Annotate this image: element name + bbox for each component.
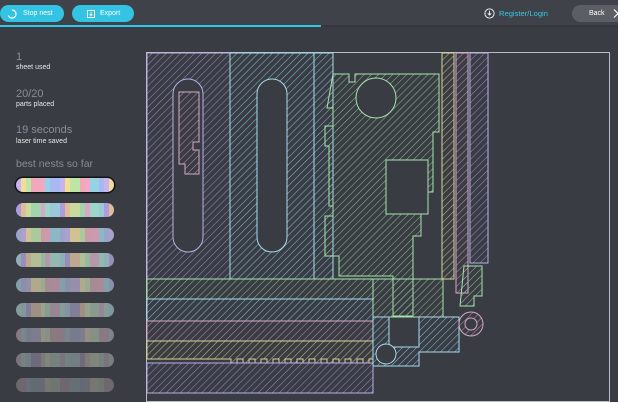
part-frame-cutout — [385, 159, 429, 215]
loading-spinner-icon — [6, 8, 17, 19]
stop-nest-label: Stop nest — [23, 10, 53, 17]
part-strip-2 — [455, 52, 469, 294]
laser-time-label: laser time saved — [16, 138, 67, 145]
laser-time-value: 19 seconds — [16, 124, 73, 136]
nest-progress-track — [0, 25, 618, 27]
nest-part-swatch — [109, 203, 114, 217]
nest-part-swatch — [109, 378, 114, 392]
part-ring-1 — [375, 343, 397, 365]
export-label: Export — [100, 10, 121, 17]
nest-part-swatch — [109, 328, 114, 342]
part-bar-2 — [146, 298, 374, 322]
best-nest-item[interactable] — [16, 203, 114, 217]
part-ring-2-hole — [464, 317, 478, 331]
best-nest-item[interactable] — [16, 178, 114, 192]
sheets-used-label: sheet used — [16, 64, 51, 71]
best-nest-item[interactable] — [16, 278, 114, 292]
sheets-used-value: 1 — [16, 51, 23, 63]
part-gear-rack — [146, 340, 374, 364]
nest-part-swatch — [109, 303, 114, 317]
part-small-profile — [178, 91, 200, 175]
register-login-link[interactable]: Register/Login — [484, 7, 548, 20]
part-slot-2 — [256, 78, 288, 253]
nest-part-swatch — [109, 353, 114, 367]
part-hook-right — [459, 265, 483, 307]
best-nest-item[interactable] — [16, 303, 114, 317]
part-strip-1 — [441, 52, 455, 280]
top-toolbar: Stop nest Export Register/Login Back — [0, 0, 618, 27]
part-block-lower — [372, 278, 444, 318]
part-strip-3 — [469, 52, 489, 264]
parts-placed-value: 20/20 — [16, 88, 44, 100]
best-nest-item[interactable] — [16, 253, 114, 267]
best-nests-title: best nests so far — [16, 158, 94, 170]
stop-nest-button[interactable]: Stop nest — [0, 5, 64, 22]
back-button[interactable]: Back — [572, 5, 618, 22]
nest-part-swatch — [109, 278, 114, 292]
best-nest-item[interactable] — [16, 378, 114, 392]
back-label: Back — [589, 10, 605, 17]
nest-part-swatch — [109, 253, 114, 267]
download-circle-icon — [484, 8, 495, 19]
parts-placed-label: parts placed — [16, 101, 55, 108]
part-bar-1 — [146, 278, 374, 300]
export-button[interactable]: Export — [72, 5, 134, 22]
best-nest-item[interactable] — [16, 328, 114, 342]
nest-progress-fill — [0, 25, 322, 27]
best-nest-item[interactable] — [16, 228, 114, 242]
chevron-right-icon — [612, 8, 618, 19]
nest-part-swatch — [109, 178, 114, 192]
export-icon — [85, 8, 96, 19]
part-bar-4 — [146, 362, 374, 394]
nested-parts-canvas — [146, 52, 489, 394]
part-bar-3 — [146, 320, 374, 342]
part-frame-hole — [355, 77, 397, 119]
register-login-label: Register/Login — [499, 9, 548, 18]
best-nest-item[interactable] — [16, 353, 114, 367]
nest-part-swatch — [109, 228, 114, 242]
